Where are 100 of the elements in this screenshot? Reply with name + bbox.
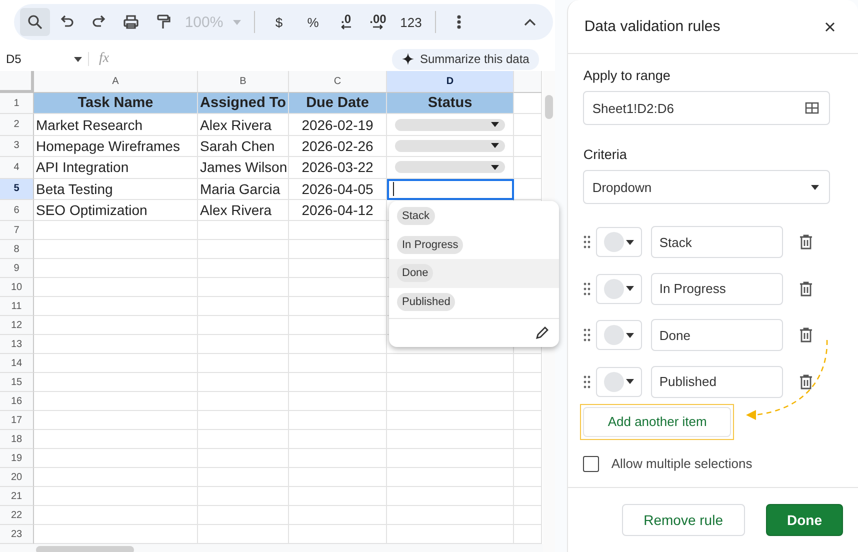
format-button[interactable]: 123 <box>395 8 427 36</box>
drag-handle-icon[interactable] <box>583 328 592 342</box>
row-number[interactable]: 22 <box>0 506 34 526</box>
increase-decimal-button[interactable]: .00 <box>363 8 393 36</box>
row-number[interactable]: 2 <box>0 114 34 136</box>
summarize-button[interactable]: Summarize this data <box>392 48 540 70</box>
empty-cell[interactable] <box>289 240 387 260</box>
empty-cell[interactable] <box>387 392 514 412</box>
empty-cell[interactable] <box>514 354 542 374</box>
trash-icon[interactable] <box>799 374 814 390</box>
search-button[interactable] <box>20 8 50 36</box>
row-number[interactable]: 17 <box>0 411 34 430</box>
empty-cell[interactable] <box>198 316 289 336</box>
empty-cell[interactable] <box>289 335 387 354</box>
empty-cell[interactable] <box>198 430 289 450</box>
grid-icon[interactable] <box>805 102 819 114</box>
empty-cell[interactable] <box>289 354 387 374</box>
column-header[interactable]: C <box>289 71 387 93</box>
item-field[interactable]: Published <box>651 366 784 398</box>
empty-cell[interactable] <box>198 392 289 412</box>
empty-cell[interactable] <box>198 221 289 240</box>
color-picker[interactable] <box>596 320 642 350</box>
row-number[interactable]: 14 <box>0 354 34 374</box>
pencil-icon[interactable] <box>535 326 549 340</box>
trash-icon[interactable] <box>799 280 814 296</box>
empty-cell[interactable] <box>289 468 387 488</box>
status-cell[interactable] <box>387 157 514 179</box>
empty-cell[interactable] <box>514 411 542 430</box>
empty-cell[interactable] <box>514 449 542 468</box>
empty-cell[interactable] <box>514 468 542 488</box>
decrease-decimal-button[interactable]: .0 <box>331 8 361 36</box>
remove-rule-button[interactable]: Remove rule <box>622 504 745 536</box>
empty-cell[interactable] <box>289 221 387 240</box>
range-field[interactable]: Sheet1!D2:D6 <box>583 91 830 125</box>
item-field[interactable]: In Progress <box>651 272 784 304</box>
dropdown-option[interactable]: In Progress <box>389 230 559 259</box>
item-field[interactable]: Done <box>651 319 784 351</box>
empty-cell[interactable] <box>387 506 514 526</box>
row-number[interactable]: 8 <box>0 240 34 260</box>
row-number[interactable]: 15 <box>0 373 34 392</box>
format-button[interactable]: % <box>297 8 329 36</box>
empty-cell[interactable] <box>514 157 542 179</box>
empty-cell[interactable] <box>387 487 514 506</box>
row-number[interactable]: 19 <box>0 449 34 468</box>
trash-icon[interactable] <box>799 234 814 250</box>
color-picker[interactable] <box>596 366 642 396</box>
item-field[interactable]: Stack <box>651 226 784 258</box>
row-number[interactable]: 16 <box>0 392 34 412</box>
empty-cell[interactable] <box>289 297 387 316</box>
empty-cell[interactable] <box>289 487 387 506</box>
empty-cell[interactable] <box>289 278 387 298</box>
close-icon[interactable] <box>824 20 836 32</box>
status-cell[interactable] <box>387 114 514 136</box>
dropdown-option[interactable]: Done <box>389 259 559 288</box>
row-number[interactable]: 9 <box>0 259 34 278</box>
empty-cell[interactable] <box>289 449 387 468</box>
drag-handle-icon[interactable] <box>583 374 592 388</box>
empty-cell[interactable] <box>387 468 514 488</box>
row-number[interactable]: 23 <box>0 525 34 544</box>
row-number[interactable]: 18 <box>0 430 34 450</box>
empty-cell[interactable] <box>289 259 387 278</box>
empty-cell[interactable] <box>198 297 289 316</box>
format-button[interactable]: $ <box>263 8 295 36</box>
empty-cell[interactable] <box>198 487 289 506</box>
status-cell[interactable] <box>387 136 514 158</box>
empty-cell[interactable] <box>514 430 542 450</box>
empty-cell[interactable] <box>289 411 387 430</box>
column-header[interactable]: D <box>387 71 514 93</box>
empty-cell[interactable] <box>198 506 289 526</box>
dropdown-chip[interactable] <box>395 118 505 131</box>
drag-handle-icon[interactable] <box>583 235 592 249</box>
empty-cell[interactable] <box>514 373 542 392</box>
drag-handle-icon[interactable] <box>583 282 592 296</box>
row-number[interactable]: 13 <box>0 335 34 354</box>
row-number[interactable]: 7 <box>0 221 34 240</box>
select-all-corner[interactable] <box>0 71 34 93</box>
criteria-select[interactable]: Dropdown <box>583 170 830 204</box>
column-header[interactable]: B <box>198 71 289 93</box>
empty-cell[interactable] <box>514 136 542 158</box>
row-number[interactable]: 3 <box>0 136 34 158</box>
empty-cell[interactable] <box>289 506 387 526</box>
empty-cell[interactable] <box>387 373 514 392</box>
empty-cell[interactable] <box>387 354 514 374</box>
row-number[interactable]: 20 <box>0 468 34 488</box>
row-number[interactable]: 11 <box>0 297 34 316</box>
empty-cell[interactable] <box>198 335 289 354</box>
color-picker[interactable] <box>596 227 642 257</box>
empty-cell[interactable] <box>198 259 289 278</box>
dropdown-chip[interactable] <box>395 140 505 152</box>
column-header[interactable]: A <box>34 71 198 93</box>
dropdown-option[interactable]: Published <box>389 288 559 316</box>
empty-cell[interactable] <box>514 487 542 506</box>
row-number[interactable]: 6 <box>0 200 34 222</box>
row-number[interactable]: 5 <box>0 178 34 200</box>
empty-cell[interactable] <box>387 411 514 430</box>
empty-cell[interactable] <box>198 468 289 488</box>
dropdown-chip[interactable] <box>395 161 505 174</box>
empty-cell[interactable] <box>289 392 387 412</box>
dropdown-option[interactable]: Stack <box>389 202 559 230</box>
name-box[interactable]: D5 <box>0 52 89 66</box>
